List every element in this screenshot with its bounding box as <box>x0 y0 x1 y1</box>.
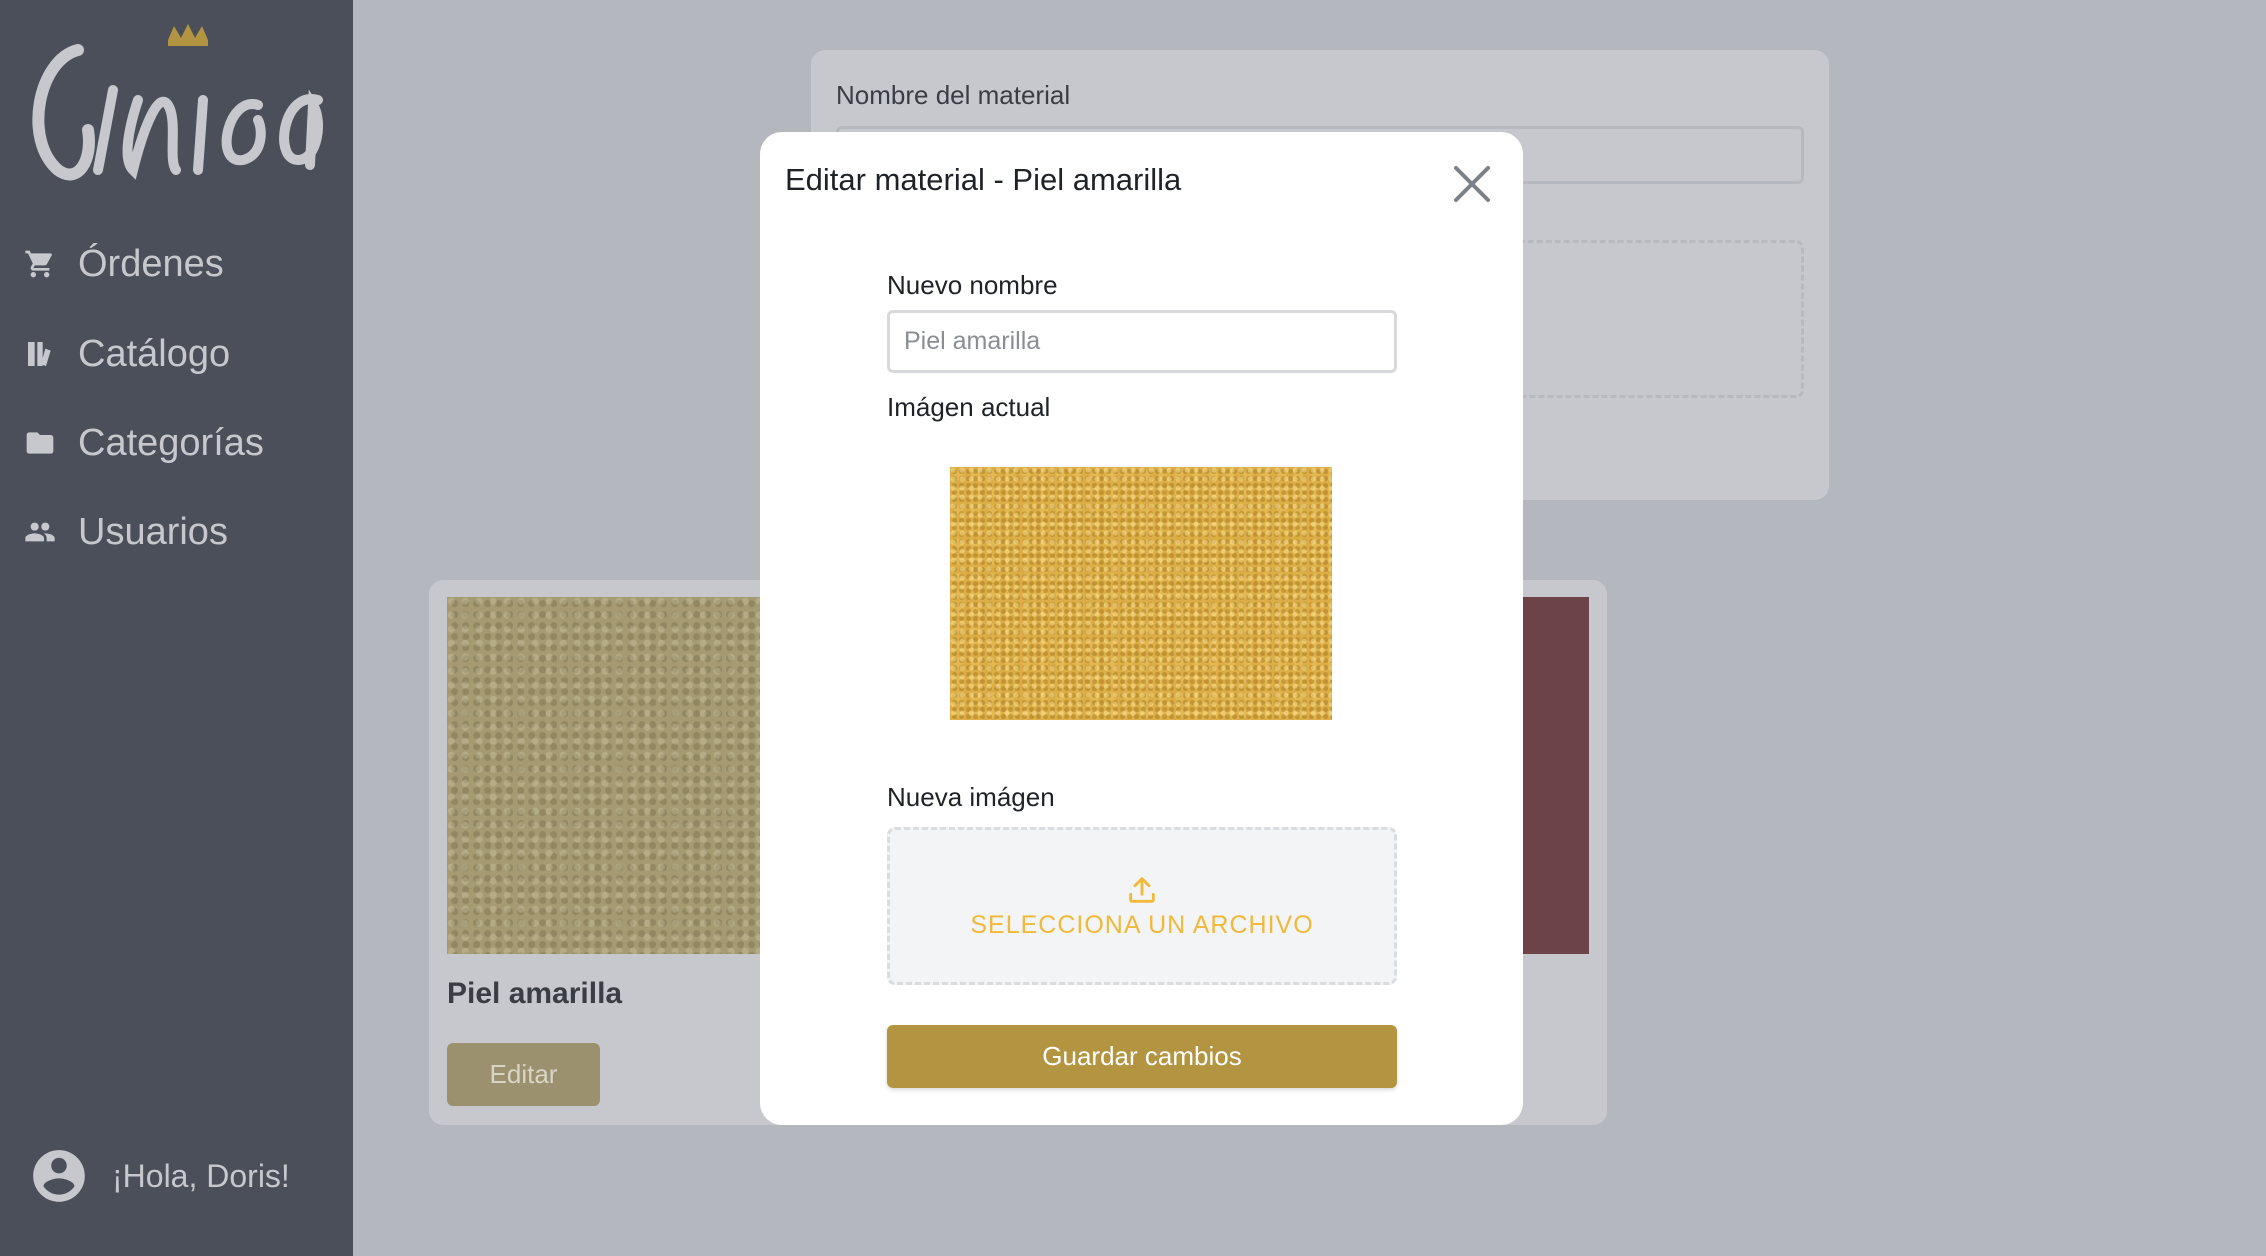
edit-material-button[interactable]: Editar <box>447 1043 600 1106</box>
catalog-icon <box>22 336 58 372</box>
folder-icon <box>22 425 58 461</box>
brand-logo[interactable] <box>18 20 333 190</box>
upload-text: SELECCIONA UN ARCHIVO <box>970 910 1314 939</box>
new-name-input[interactable] <box>887 310 1397 373</box>
current-image-label: Imágen actual <box>887 392 1051 422</box>
sidebar-item-label: Usuarios <box>78 510 228 553</box>
users-icon <box>22 514 58 550</box>
sidebar-item-label: Catálogo <box>78 332 231 375</box>
file-upload-dropzone[interactable]: SELECCIONA UN ARCHIVO <box>887 827 1397 985</box>
sidebar-item-catalogo[interactable]: Catálogo <box>22 324 230 384</box>
modal-title: Editar material - Piel amarilla <box>785 162 1182 197</box>
user-avatar-icon <box>33 1150 85 1202</box>
sidebar-item-usuarios[interactable]: Usuarios <box>22 502 228 562</box>
sidebar-item-categorias[interactable]: Categorías <box>22 413 264 473</box>
sidebar: Órdenes Catálogo Categorías Usuarios ¡Ho… <box>0 0 353 1256</box>
sidebar-item-ordenes[interactable]: Órdenes <box>22 234 224 294</box>
edit-material-modal: Editar material - Piel amarilla Nuevo no… <box>760 132 1523 1125</box>
sidebar-item-label: Órdenes <box>78 242 224 285</box>
current-material-image <box>950 467 1332 720</box>
user-menu[interactable]: ¡Hola, Doris! <box>28 1145 290 1207</box>
cart-icon <box>22 246 58 282</box>
close-icon[interactable] <box>1450 162 1494 206</box>
sidebar-item-label: Categorías <box>78 421 264 464</box>
save-changes-button[interactable]: Guardar cambios <box>887 1025 1397 1088</box>
greeting-text: ¡Hola, Doris! <box>112 1157 290 1194</box>
material-name-label: Nombre del material <box>836 80 1071 110</box>
upload-icon <box>1129 876 1155 903</box>
new-image-label: Nueva imágen <box>887 782 1055 812</box>
new-name-label: Nuevo nombre <box>887 270 1058 300</box>
material-title: Piel amarilla <box>447 977 623 1010</box>
